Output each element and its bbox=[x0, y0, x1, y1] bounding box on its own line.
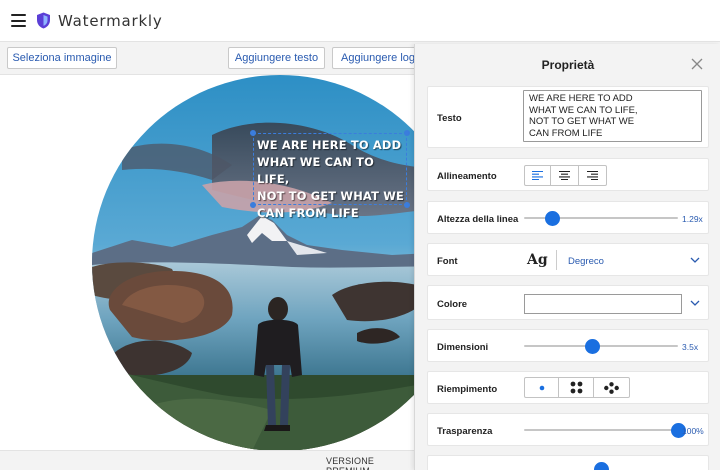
select-image-button[interactable]: Seleziona immagine bbox=[7, 47, 117, 69]
app-title: Watermarkly bbox=[58, 12, 163, 30]
line-height-value: 1.29x bbox=[682, 214, 703, 224]
watermark-selection[interactable]: WE ARE HERE TO ADD WHAT WE CAN TO LIFE, … bbox=[250, 130, 410, 220]
chevron-down-icon[interactable] bbox=[690, 300, 700, 306]
color-label: Colore bbox=[437, 299, 468, 310]
align-center-icon bbox=[559, 171, 571, 180]
fill-group bbox=[524, 377, 630, 398]
watermark-text[interactable]: WE ARE HERE TO ADD WHAT WE CAN TO LIFE, … bbox=[257, 137, 407, 222]
size-row: Dimensioni 3.5x bbox=[427, 329, 709, 362]
fill-single-button[interactable] bbox=[525, 378, 560, 397]
image-canvas[interactable]: WE ARE HERE TO ADD WHAT WE CAN TO LIFE, … bbox=[0, 75, 416, 450]
panel-title: Proprietà bbox=[541, 58, 595, 72]
line-height-slider[interactable] bbox=[524, 211, 678, 226]
next-property-row bbox=[427, 455, 709, 470]
resize-handle-top-right[interactable] bbox=[404, 130, 410, 136]
align-left-icon bbox=[532, 171, 544, 180]
size-slider-thumb[interactable] bbox=[584, 339, 600, 354]
color-picker[interactable] bbox=[524, 294, 682, 314]
close-icon[interactable] bbox=[691, 58, 703, 70]
text-label: Testo bbox=[437, 113, 462, 124]
fill-label: Riempimento bbox=[437, 384, 498, 395]
align-center-button[interactable] bbox=[551, 166, 579, 185]
premium-version-label[interactable]: VERSIONE PREMIUM bbox=[326, 456, 416, 470]
watermark-text-input[interactable]: WE ARE HERE TO ADD WHAT WE CAN TO LIFE, … bbox=[523, 90, 702, 142]
color-row: Colore bbox=[427, 285, 709, 320]
transparency-label: Trasparenza bbox=[437, 426, 493, 437]
shield-logo-icon bbox=[37, 12, 50, 29]
align-right-icon bbox=[586, 171, 598, 180]
add-text-button[interactable]: Aggiungere testo bbox=[228, 47, 325, 69]
font-preview: Ag bbox=[527, 252, 548, 268]
resize-handle-top-left[interactable] bbox=[250, 130, 256, 136]
single-dot-icon bbox=[539, 385, 544, 390]
transparency-slider[interactable] bbox=[524, 423, 686, 438]
five-dots-icon bbox=[603, 381, 619, 394]
footer-bar: VERSIONE PREMIUM bbox=[0, 450, 416, 470]
font-row: Font Ag Degreco bbox=[427, 243, 709, 276]
line-height-row: Altezza della linea 1.29x bbox=[427, 201, 709, 234]
fill-row: Riempimento bbox=[427, 371, 709, 404]
font-select[interactable]: Degreco bbox=[568, 256, 604, 267]
next-property-slider[interactable] bbox=[524, 462, 678, 470]
fill-pattern-button[interactable] bbox=[594, 378, 629, 397]
add-logo-button[interactable]: Aggiungere logo bbox=[332, 47, 427, 69]
alignment-group bbox=[524, 165, 607, 186]
font-label: Font bbox=[437, 256, 458, 267]
properties-panel: Proprietà Testo WE ARE HERE TO ADD WHAT … bbox=[414, 44, 720, 470]
size-slider[interactable] bbox=[524, 339, 678, 354]
resize-handle-bottom-left[interactable] bbox=[250, 202, 256, 208]
line-height-label: Altezza della linea bbox=[437, 214, 519, 225]
app-header: Watermarkly bbox=[0, 0, 720, 42]
four-dots-icon bbox=[570, 381, 582, 394]
next-property-slider-thumb[interactable] bbox=[594, 462, 609, 470]
align-left-button[interactable] bbox=[525, 166, 552, 185]
font-divider bbox=[556, 250, 557, 270]
line-height-slider-thumb[interactable] bbox=[544, 211, 560, 226]
fill-grid-button[interactable] bbox=[559, 378, 594, 397]
align-right-button[interactable] bbox=[579, 166, 606, 185]
size-value: 3.5x bbox=[682, 342, 699, 352]
transparency-value: 100% bbox=[682, 426, 704, 436]
resize-handle-bottom-right[interactable] bbox=[404, 202, 410, 208]
text-row: Testo WE ARE HERE TO ADD WHAT WE CAN TO … bbox=[427, 86, 709, 148]
alignment-label: Allineamento bbox=[437, 171, 497, 182]
alignment-row: Allineamento bbox=[427, 158, 709, 191]
transparency-row: Trasparenza 100% bbox=[427, 413, 709, 446]
chevron-down-icon[interactable] bbox=[690, 257, 700, 263]
size-label: Dimensioni bbox=[437, 342, 489, 353]
hamburger-menu-icon[interactable] bbox=[11, 14, 26, 27]
